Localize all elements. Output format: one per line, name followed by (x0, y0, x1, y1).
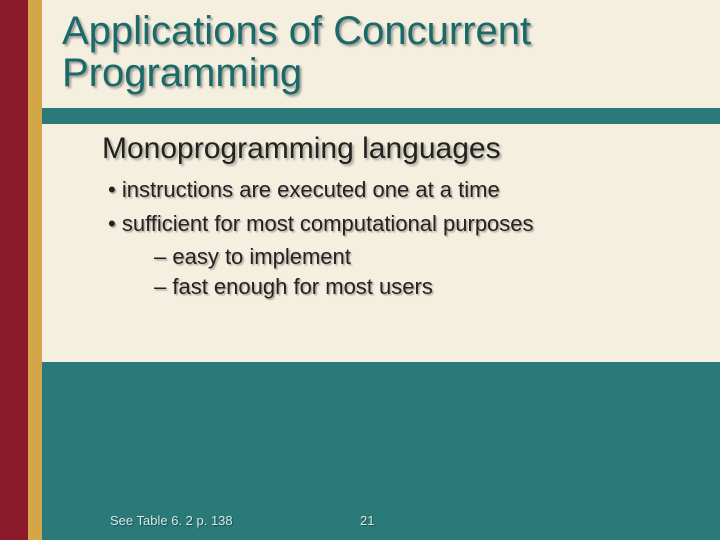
footer-note: See Table 6. 2 p. 138 (110, 513, 233, 528)
bullet-item: sufficient for most computational purpos… (102, 210, 700, 238)
page-number: 21 (360, 513, 374, 528)
slide-title: Applications of Concurrent Programming (62, 10, 700, 94)
content-block: Monoprogramming languages instructions a… (42, 124, 720, 362)
title-block: Applications of Concurrent Programming (42, 0, 720, 108)
sub-bullet-item: fast enough for most users (150, 273, 700, 301)
sub-bullet-item: easy to implement (150, 243, 700, 271)
subheading: Monoprogramming languages (102, 132, 700, 166)
sidebar-gold-stripe (28, 0, 42, 540)
sidebar-red-stripe (0, 0, 28, 540)
footer: See Table 6. 2 p. 138 21 (0, 498, 720, 540)
bullet-item: instructions are executed one at a time (102, 176, 700, 204)
